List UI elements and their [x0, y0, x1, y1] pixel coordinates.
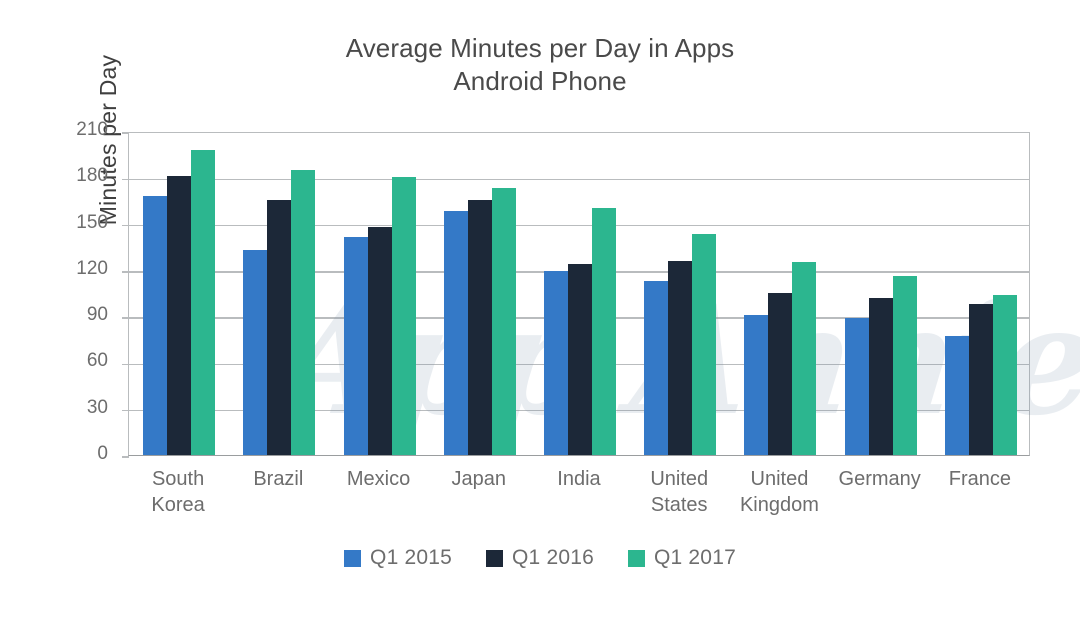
- x-axis-tick-label-line1: Japan: [451, 468, 507, 490]
- y-axis-tickmark: [122, 271, 129, 273]
- bar: [944, 336, 969, 455]
- y-axis-tick-label: 90: [86, 304, 108, 326]
- bar: [568, 263, 592, 455]
- legend-item[interactable]: Q1 2016: [486, 546, 594, 570]
- y-axis-tickmark: [122, 456, 129, 458]
- bar: [744, 314, 769, 455]
- y-axis-tick-label: 150: [76, 211, 108, 233]
- legend-swatch-icon: [627, 549, 645, 567]
- legend-label: Q1 2017: [653, 546, 736, 569]
- x-axis-tick-labels: South Korea Brazil Mexico Japan India United St…: [128, 466, 1030, 526]
- bars-layer: [129, 133, 1029, 455]
- x-axis-tick-label: Mexico: [328, 466, 428, 492]
- legend-label: Q1 2015: [370, 546, 453, 569]
- bar: [167, 175, 192, 455]
- bar: [391, 177, 416, 455]
- x-axis-tick-label-line2: States: [650, 494, 708, 516]
- bar: [191, 149, 216, 455]
- bar: [267, 200, 292, 455]
- legend-label: Q1 2016: [512, 546, 594, 569]
- bar: [291, 169, 316, 455]
- x-axis-tick-label-line1: Mexico: [346, 468, 411, 490]
- bar: [892, 276, 917, 455]
- y-axis-tick-label: 60: [86, 350, 108, 372]
- x-axis-tick-label-line1: Brazil: [253, 468, 304, 490]
- bar: [343, 237, 368, 455]
- y-axis-tick-label: 180: [76, 165, 108, 187]
- x-axis-tick-label-line1: United: [650, 468, 709, 490]
- bar: [844, 317, 869, 455]
- y-axis-tickmark: [122, 409, 129, 412]
- x-axis-tick-label-line2: Kingdom: [739, 494, 819, 516]
- x-axis-tick-label: Germany: [830, 466, 930, 492]
- y-axis-tickmark: [122, 132, 129, 134]
- bar: [443, 211, 468, 455]
- y-axis-tickmark: [122, 224, 129, 227]
- chart-title-line1: Average Minutes per Day in Apps: [345, 33, 735, 63]
- y-axis-tick-label: 210: [76, 119, 108, 140]
- x-axis-tick-label-line1: Germany: [838, 468, 921, 490]
- x-axis-tick-label-line1: South: [151, 468, 205, 490]
- x-axis-tick-label-line2: Korea: [151, 494, 205, 516]
- bar: [768, 293, 793, 455]
- legend-item[interactable]: Q1 2015: [344, 546, 452, 570]
- chart-title-line2: Android Phone: [453, 65, 627, 96]
- bar: [692, 234, 717, 455]
- bar: [592, 208, 616, 455]
- bar: [792, 262, 817, 455]
- legend-swatch-icon: [344, 549, 362, 567]
- bar: [367, 226, 392, 455]
- y-axis-tick-labels: 210 180 150 120 90 60 30 0: [0, 0, 120, 626]
- chart-legend: Q1 2015 Q1 2016 Q1 2017: [0, 546, 1080, 570]
- y-axis-tick-label: 120: [76, 257, 108, 279]
- chart-container: Average Minutes per Day in Apps Android …: [0, 0, 1080, 626]
- bar: [868, 297, 893, 455]
- x-axis-tick-label-line1: France: [948, 468, 1011, 490]
- x-axis-tick-label: India: [529, 466, 629, 492]
- bar: [243, 249, 268, 455]
- x-axis-tick-label-line1: India: [557, 468, 601, 490]
- bar: [992, 294, 1017, 455]
- bar: [491, 188, 516, 455]
- bar: [968, 303, 993, 455]
- x-axis-tick-label: South Korea: [128, 466, 228, 518]
- bar: [143, 195, 168, 455]
- x-axis-tick-label: United States: [629, 466, 729, 518]
- legend-swatch-icon: [486, 549, 504, 567]
- y-axis-tickmark: [122, 363, 129, 366]
- x-axis-tick-label: United Kingdom: [729, 466, 829, 518]
- bar: [544, 271, 568, 455]
- y-axis-tickmark: [122, 178, 129, 181]
- bar: [644, 280, 669, 455]
- x-axis-tick-label: Brazil: [228, 466, 328, 492]
- x-axis-tick-label-line1: United: [750, 468, 809, 490]
- plot-area: App Annie: [122, 132, 1080, 458]
- bar: [668, 260, 693, 455]
- legend-item[interactable]: Q1 2017: [627, 546, 736, 570]
- y-axis-tick-label: 30: [86, 396, 108, 418]
- x-axis-tick-label: France: [930, 466, 1030, 492]
- y-axis-tickmark: [122, 317, 129, 319]
- chart-title: Average Minutes per Day in Apps Android …: [0, 32, 1080, 97]
- x-axis-tick-label: Japan: [429, 466, 529, 492]
- bar: [467, 200, 492, 455]
- y-axis-tick-label: 0: [97, 443, 108, 464]
